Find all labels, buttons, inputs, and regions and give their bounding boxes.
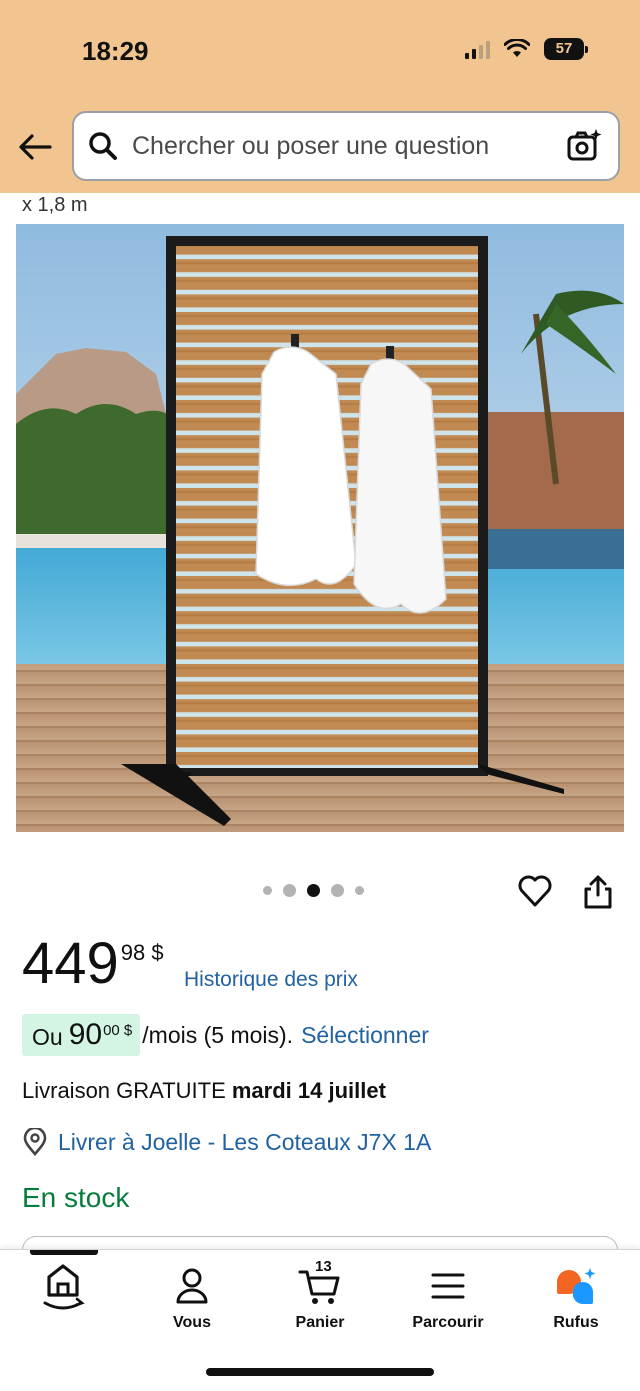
app-header: 18:29 57 Chercher ou poser une question [0, 0, 640, 193]
search-bar[interactable]: Chercher ou poser une question [72, 111, 620, 181]
active-tab-indicator [30, 1250, 98, 1255]
status-time: 18:29 [82, 36, 149, 66]
cellular-signal-icon [465, 39, 490, 59]
price-fraction: 98 $ [120, 940, 164, 965]
carousel-dot[interactable] [355, 886, 364, 895]
location-pin-icon [23, 1128, 47, 1156]
delivery-info: Livraison GRATUITE mardi 14 juillet [22, 1078, 386, 1104]
tab-browse-label: Parcourir [412, 1314, 484, 1331]
installment-chip: Ou 90 00 $ [22, 1014, 141, 1056]
installment-offer: Ou 90 00 $ /mois (5 mois). Sélectionner [22, 1014, 429, 1056]
tab-home[interactable] [8, 1264, 118, 1314]
installment-amount: 90 [68, 1018, 103, 1051]
carousel-dot[interactable] [263, 886, 272, 895]
installment-fraction: 00 $ [103, 1022, 133, 1039]
installment-prefix: Ou [32, 1024, 63, 1050]
user-icon [176, 1268, 208, 1304]
tab-you-label: Vous [173, 1314, 211, 1331]
installment-select-link[interactable]: Sélectionner [301, 1022, 429, 1049]
product-photo [16, 224, 624, 832]
menu-icon [431, 1273, 465, 1299]
product-title-fragment: x 1,8 m [22, 194, 88, 216]
carousel-dot[interactable] [331, 884, 344, 897]
share-icon[interactable] [582, 874, 614, 910]
back-arrow-icon[interactable] [16, 128, 54, 166]
home-icon [43, 1264, 85, 1310]
price: 449 98 $ [22, 932, 164, 996]
status-icons: 57 [465, 38, 588, 60]
delivery-prefix: Livraison GRATUITE [22, 1078, 226, 1103]
stock-status: En stock [22, 1182, 130, 1213]
home-indicator [206, 1368, 434, 1376]
price-history-link[interactable]: Historique des prix [184, 968, 358, 992]
tab-browse[interactable]: Parcourir [393, 1264, 503, 1332]
search-input[interactable]: Chercher ou poser une question [132, 132, 566, 161]
wifi-icon [504, 39, 530, 57]
product-image[interactable] [16, 224, 624, 832]
price-whole: 449 [22, 931, 119, 996]
delivery-date: mardi 14 juillet [231, 1078, 386, 1103]
camera-lens-icon[interactable] [566, 128, 602, 164]
carousel-dot-active[interactable] [307, 884, 320, 897]
tab-you[interactable]: Vous [137, 1264, 247, 1332]
tab-cart-label: Panier [295, 1314, 345, 1331]
deliver-to-link[interactable]: Livrer à Joelle - Les Coteaux J7X 1A [22, 1128, 431, 1156]
image-carousel-dots[interactable] [263, 884, 364, 897]
rufus-icon [557, 1268, 596, 1305]
heart-icon[interactable] [517, 873, 553, 909]
tab-rufus-label: Rufus [553, 1314, 599, 1331]
tab-cart[interactable]: 13 Panier [265, 1258, 375, 1332]
installment-terms: /mois (5 mois). [142, 1021, 294, 1048]
search-icon [89, 132, 117, 160]
cart-count-badge: 13 [315, 1258, 332, 1275]
deliver-to-label[interactable]: Livrer à Joelle - Les Coteaux J7X 1A [58, 1129, 431, 1156]
tab-rufus[interactable]: Rufus [521, 1264, 631, 1332]
battery-indicator: 57 [544, 38, 588, 60]
carousel-dot[interactable] [283, 884, 296, 897]
